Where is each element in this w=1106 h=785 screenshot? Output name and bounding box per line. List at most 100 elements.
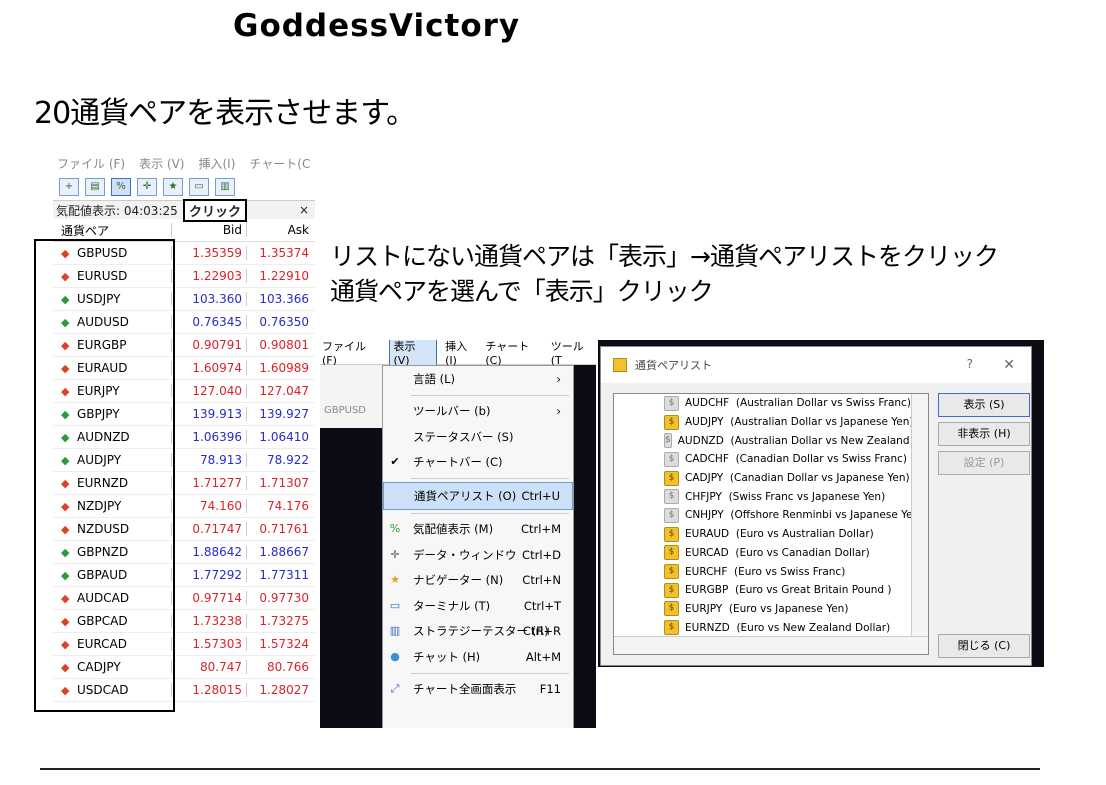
menu-item-label: 気配値表示 (M): [413, 522, 494, 537]
symbol-desc: (Euro vs Australian Dollar): [735, 528, 874, 541]
menu-item-shortcut: F11: [539, 682, 561, 697]
list-item[interactable]: $ AUDNZD (Australian Dollar vs New Zealan…: [614, 431, 928, 450]
header-bid[interactable]: Bid: [171, 223, 246, 237]
menu-item-label: ナビゲーター (N): [413, 573, 504, 588]
ask-value: 0.76350: [246, 315, 315, 329]
menu-item-shortcut: Ctrl+D: [522, 547, 561, 562]
list-item[interactable]: $ CADCHF (Canadian Dollar vs Swiss Franc): [614, 450, 928, 469]
crosshair-icon[interactable]: ✛: [137, 178, 157, 196]
list-item[interactable]: $ EURCHF (Euro vs Swiss Franc): [614, 562, 928, 581]
ask-value: 1.73275: [246, 614, 315, 628]
settings-button[interactable]: 設定 (P): [938, 451, 1030, 475]
show-button[interactable]: 表示 (S): [938, 393, 1030, 417]
list-item[interactable]: $ EURGBP (Euro vs Great Britain Pound ): [614, 581, 928, 600]
menu-item[interactable]: ✔ チャートバー (C): [383, 450, 573, 476]
help-icon[interactable]: ?: [967, 357, 973, 371]
new-chart-icon[interactable]: +: [59, 178, 79, 196]
list-item[interactable]: $ EURAUD (Euro vs Australian Dollar): [614, 525, 928, 544]
symbol-code: CADJPY: [685, 472, 724, 485]
menu-item[interactable]: ▥ ストラテジーテスター (R) Ctrl+R: [383, 619, 573, 645]
symbol-inactive-icon: $: [664, 395, 679, 411]
menu-tools[interactable]: ツール (T: [551, 340, 596, 367]
close-icon[interactable]: ✕: [1003, 357, 1015, 373]
menu-item[interactable]: ⤢ チャート全画面表示 F11: [383, 677, 573, 703]
symbol-desc: (Australian Dollar vs Japanese Yen): [730, 416, 914, 429]
vertical-scrollbar[interactable]: [911, 394, 928, 636]
menu-item[interactable]: ステータスバー (S): [383, 424, 573, 450]
submenu-arrow-icon: ›: [556, 404, 561, 419]
ask-value: 139.927: [246, 407, 315, 421]
menu-insert[interactable]: 挿入(I): [445, 340, 477, 367]
symbol-code: EURCAD: [685, 546, 729, 559]
bid-value: 1.77292: [171, 568, 246, 582]
symbol-desc: (Euro vs Canadian Dollar): [735, 546, 870, 559]
horizontal-scrollbar[interactable]: [614, 636, 928, 654]
menu-insert[interactable]: 挿入(I): [198, 155, 235, 172]
symbol-code: EURNZD: [685, 621, 730, 634]
bid-value: 1.28015: [171, 683, 246, 697]
symbol-inactive-icon: $: [664, 451, 679, 467]
list-item[interactable]: $ EURNZD (Euro vs New Zealand Dollar): [614, 618, 928, 637]
dialog-title: 通貨ペアリスト: [635, 359, 712, 372]
close-button[interactable]: 閉じる (C): [938, 634, 1030, 658]
menu-item[interactable]: 通貨ペアリスト (O) Ctrl+U: [383, 482, 573, 510]
menu-chart[interactable]: チャート(C: [249, 155, 310, 172]
menu-item[interactable]: % 気配値表示 (M) Ctrl+M: [383, 517, 573, 543]
terminal-icon: ▭: [389, 598, 401, 612]
menu-item[interactable]: ▭ ターミナル (T) Ctrl+T: [383, 593, 573, 619]
chart-background: [320, 428, 382, 728]
crosshair-icon: ✛: [390, 547, 400, 561]
symbol-desc: (Euro vs Great Britain Pound ): [734, 584, 892, 597]
menu-view[interactable]: 表示 (V): [139, 155, 184, 172]
chart-tab[interactable]: GBPUSD: [324, 405, 366, 416]
navigator-icon[interactable]: ★: [163, 178, 183, 196]
ask-value: 1.88667: [246, 545, 315, 559]
ask-value: 78.922: [246, 453, 315, 467]
symbol-inactive-icon: $: [664, 507, 679, 523]
symbol-desc: (Euro vs Japanese Yen): [728, 602, 849, 615]
bid-value: 1.73238: [171, 614, 246, 628]
header-ask[interactable]: Ask: [246, 223, 315, 237]
menu-separator: [411, 512, 569, 514]
symbol-active-icon: $: [664, 526, 679, 542]
hide-button[interactable]: 非表示 (H): [938, 422, 1030, 446]
profiles-icon[interactable]: ▤: [85, 178, 105, 196]
terminal-icon[interactable]: ▭: [189, 178, 209, 196]
brand-title: GoddessVictory: [233, 8, 521, 44]
symbol-code: CNHJPY: [685, 509, 724, 522]
menu-item-label: ステータスバー (S): [413, 429, 514, 444]
ask-value: 1.77311: [246, 568, 315, 582]
menu-item[interactable]: 言語 (L) ›: [383, 366, 573, 392]
list-item[interactable]: $ CHFJPY (Swiss Franc vs Japanese Yen): [614, 487, 928, 506]
bid-value: 1.57303: [171, 637, 246, 651]
menu-item-shortcut: Alt+M: [525, 649, 561, 664]
tester-icon[interactable]: ▥: [215, 178, 235, 196]
menu-item[interactable]: ✛ データ・ウィンドウ Ctrl+D: [383, 542, 573, 568]
menu-item[interactable]: ツールバー (b) ›: [383, 399, 573, 425]
list-item[interactable]: $ AUDJPY (Australian Dollar vs Japanese Y…: [614, 413, 928, 432]
menu-item[interactable]: ★ ナビゲーター (N) Ctrl+N: [383, 568, 573, 594]
menu-item-shortcut: Ctrl+N: [522, 573, 561, 588]
ask-value: 1.35374: [246, 246, 315, 260]
menu-file[interactable]: ファイル (F): [57, 155, 125, 172]
close-icon[interactable]: ×: [299, 203, 309, 217]
header-symbol[interactable]: 通貨ペア: [53, 222, 171, 239]
symbol-inactive-icon: $: [664, 489, 679, 505]
instruction-line-2: 通貨ペアを選んで「表示」クリック: [330, 277, 714, 306]
submenu-arrow-icon: ›: [556, 371, 561, 386]
list-item[interactable]: $ CADJPY (Canadian Dollar vs Japanese Yen…: [614, 469, 928, 488]
menu-item-label: チャートバー (C): [413, 455, 503, 470]
menu-file[interactable]: ファイル (F): [322, 340, 381, 367]
list-item[interactable]: $ EURJPY (Euro vs Japanese Yen): [614, 600, 928, 619]
menu-item[interactable]: ● チャット (H) Alt+M: [383, 644, 573, 670]
menu-separator: [411, 394, 569, 396]
ask-value: 1.22910: [246, 269, 315, 283]
market-watch-icon[interactable]: %: [111, 178, 131, 196]
list-item[interactable]: $ CNHJPY (Offshore Renminbi vs Japanese Y…: [614, 506, 928, 525]
list-item[interactable]: $ EURCAD (Euro vs Canadian Dollar): [614, 544, 928, 563]
menu-chart[interactable]: チャート(C): [485, 340, 542, 367]
menu-view[interactable]: 表示 (V): [389, 340, 438, 368]
bid-value: 0.97714: [171, 591, 246, 605]
list-item[interactable]: $ AUDCHF (Australian Dollar vs Swiss Fran…: [614, 394, 928, 413]
view-menubar: ファイル (F) 表示 (V) 挿入(I) チャート(C) ツール (T: [320, 340, 596, 368]
